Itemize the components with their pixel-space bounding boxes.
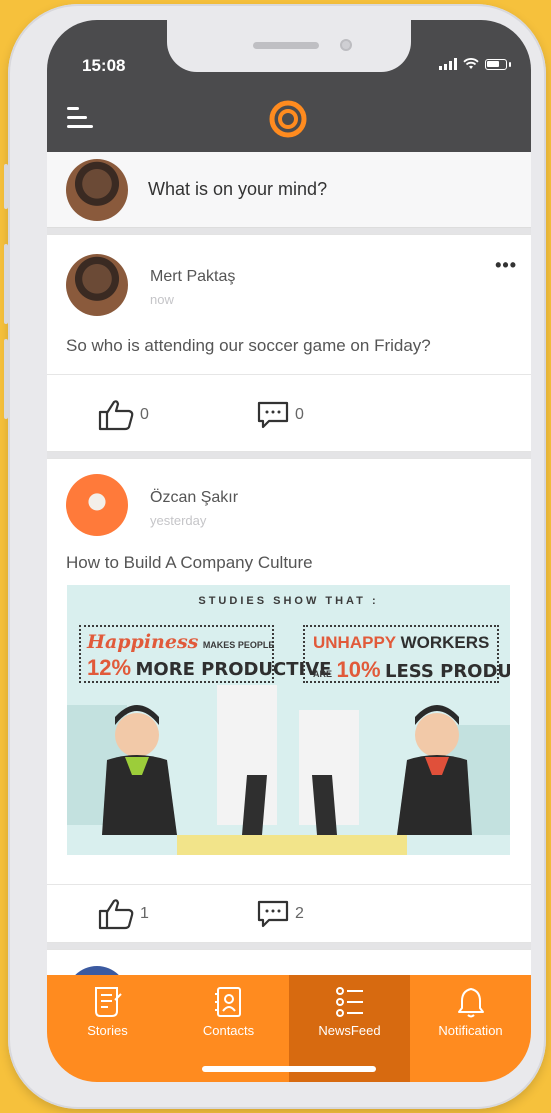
like-button[interactable]: 1: [98, 898, 149, 930]
tab-stories[interactable]: Stories: [47, 975, 168, 1082]
tab-notification[interactable]: Notification: [410, 975, 531, 1082]
divider: [47, 884, 531, 885]
tab-label: Notification: [438, 1023, 503, 1038]
thumbs-up-icon: [98, 899, 134, 930]
composer-placeholder[interactable]: What is on your mind?: [148, 179, 327, 200]
battery-icon: [485, 58, 507, 70]
tab-label: NewsFeed: [318, 1023, 381, 1038]
volume-down-button: [4, 339, 8, 419]
comment-button[interactable]: 0: [257, 401, 304, 429]
comment-icon: [257, 401, 289, 429]
comment-icon: [257, 900, 289, 928]
status-icons: [439, 58, 511, 70]
wifi-icon: [463, 58, 479, 69]
signal-icon: [439, 58, 457, 70]
speaker-grill: [253, 42, 319, 49]
divider: [47, 374, 531, 375]
more-options-icon[interactable]: •••: [495, 255, 517, 276]
phone-screen: 15:08 What is on your mind? Mert Paktaş …: [47, 20, 531, 1082]
status-time: 15:08: [82, 56, 126, 75]
bell-icon: [458, 988, 484, 1018]
post-card: Mert Paktaş now ••• So who is attending …: [47, 234, 531, 452]
volume-up-button: [4, 244, 8, 324]
app-logo-icon: [269, 100, 307, 138]
mute-switch: [4, 164, 8, 209]
newsfeed-icon: [336, 987, 363, 1017]
contacts-icon: [215, 987, 241, 1017]
comment-button[interactable]: 2: [257, 900, 304, 928]
post-text: How to Build A Company Culture: [66, 553, 313, 572]
post-timestamp: yesterday: [150, 513, 207, 528]
thumbs-up-icon: [98, 400, 134, 431]
post-author[interactable]: Özcan Şakır: [150, 489, 238, 507]
front-camera: [340, 39, 352, 51]
tab-label: Contacts: [202, 1023, 255, 1038]
post-author[interactable]: Mert Paktaş: [150, 268, 235, 286]
post-image[interactable]: STUDIES SHOW THAT : Happiness MAKES PEOP…: [67, 585, 510, 855]
like-count: 1: [140, 905, 149, 922]
post-text: So who is attending our soccer game on F…: [66, 336, 431, 355]
menu-icon[interactable]: [67, 103, 93, 133]
home-indicator[interactable]: [202, 1066, 376, 1072]
post-card: Özcan Şakır yesterday How to Build A Com…: [47, 458, 531, 943]
like-button[interactable]: 0: [98, 399, 149, 431]
avatar[interactable]: [66, 254, 128, 316]
post-composer[interactable]: What is on your mind?: [47, 152, 531, 228]
comment-count: 0: [295, 406, 304, 423]
post-timestamp: now: [150, 292, 174, 307]
like-count: 0: [140, 406, 149, 423]
stories-icon: [95, 987, 122, 1017]
avatar: [66, 159, 128, 221]
infographic-illustration: [67, 685, 510, 855]
avatar[interactable]: [66, 474, 128, 536]
comment-count: 2: [295, 905, 304, 922]
battery-tip: [509, 61, 511, 67]
tab-label: Stories: [87, 1023, 128, 1038]
